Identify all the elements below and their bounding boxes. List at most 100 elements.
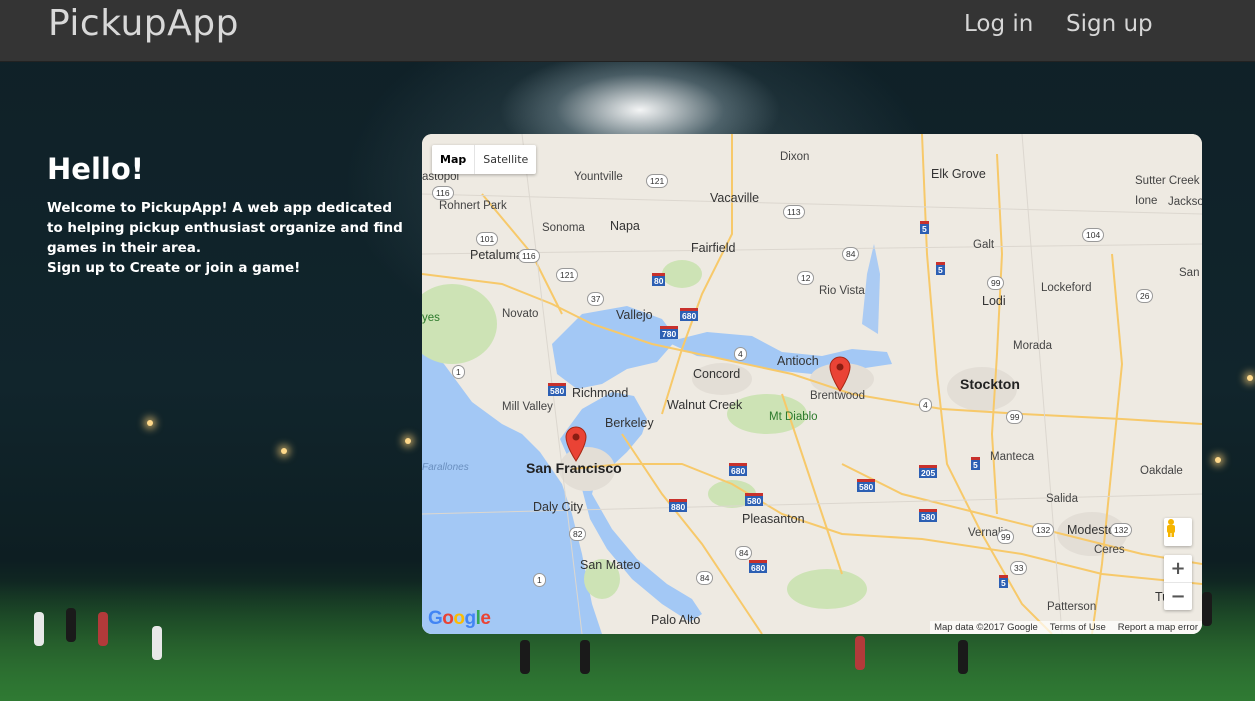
map-marker-san-francisco[interactable] xyxy=(565,426,587,462)
place-label: Pleasanton xyxy=(742,512,805,526)
place-label: Modesto xyxy=(1067,523,1115,537)
intro-panel: Hello! Welcome to PickupApp! A web app d… xyxy=(47,152,407,278)
route-shield: 37 xyxy=(587,292,605,306)
map-attribution: Map data ©2017 Google Terms of Use Repor… xyxy=(930,621,1202,634)
map-data-credit: Map data ©2017 Google xyxy=(934,622,1038,633)
route-shield: 132 xyxy=(1032,523,1055,537)
terms-of-use-link[interactable]: Terms of Use xyxy=(1050,622,1106,633)
place-label: Galt xyxy=(973,239,995,251)
player xyxy=(34,612,44,646)
map-canvas[interactable] xyxy=(422,134,1202,634)
place-label: San Mateo xyxy=(580,558,641,572)
map-marker-brentwood[interactable] xyxy=(829,356,851,392)
place-label: Farallones xyxy=(422,462,469,473)
welcome-text: Welcome to PickupApp! A web app dedicate… xyxy=(47,200,403,256)
interstate-shield: 580 xyxy=(919,509,938,522)
interstate-shield: 5 xyxy=(920,221,929,234)
place-label: Mt Diablo xyxy=(769,411,818,423)
place-label: Vallejo xyxy=(616,308,653,322)
place-label: Richmond xyxy=(572,386,629,400)
route-shield: 104 xyxy=(1082,228,1105,242)
place-label: San Francisco xyxy=(526,460,622,476)
greeting-heading: Hello! xyxy=(47,152,144,186)
field-light xyxy=(1247,375,1253,381)
place-label: Patterson xyxy=(1047,601,1097,613)
place-label: Mill Valley xyxy=(502,401,553,413)
field-light xyxy=(405,438,411,444)
place-label: Rohnert Park xyxy=(439,200,507,212)
field-light xyxy=(1215,457,1221,463)
map-type-map-button[interactable]: Map xyxy=(432,145,476,174)
route-shield: 4 xyxy=(919,398,932,412)
place-label: Daly City xyxy=(533,500,584,514)
report-map-error-link[interactable]: Report a map error xyxy=(1118,622,1198,633)
place-label: Palo Alto xyxy=(651,613,701,627)
signup-link[interactable]: Sign up xyxy=(1066,11,1153,37)
route-shield: 4 xyxy=(734,347,747,361)
route-shield: 121 xyxy=(646,174,669,188)
street-view-pegman-icon[interactable] xyxy=(1164,518,1192,546)
place-label: Concord xyxy=(693,367,741,381)
place-label: Sonoma xyxy=(542,222,585,234)
route-shield: 84 xyxy=(735,546,753,560)
interstate-shield: 580 xyxy=(745,493,764,506)
interstate-shield: 780 xyxy=(660,326,679,339)
place-label: Salida xyxy=(1046,493,1078,505)
interstate-shield: 580 xyxy=(548,383,567,396)
place-label: Lodi xyxy=(982,294,1006,308)
field-light xyxy=(281,448,287,454)
route-shield: 84 xyxy=(696,571,714,585)
place-label: Stockton xyxy=(960,376,1020,392)
place-label: yes xyxy=(422,312,440,324)
route-shield: 99 xyxy=(987,276,1005,290)
route-shield: 116 xyxy=(518,249,540,263)
route-shield: 1 xyxy=(533,573,546,587)
map-widget[interactable]: San Francisco Stockton Brentwood Richmon… xyxy=(422,134,1202,634)
place-label: Sutter Creek xyxy=(1135,175,1200,187)
interstate-shield: 680 xyxy=(680,308,699,321)
place-label: Dixon xyxy=(780,151,810,163)
route-shield: 101 xyxy=(476,232,499,246)
place-label: Manteca xyxy=(990,451,1035,463)
field-light xyxy=(147,420,153,426)
map-type-control: Map Satellite xyxy=(432,145,537,174)
place-label: Lockeford xyxy=(1041,282,1092,294)
route-shield: 33 xyxy=(1010,561,1028,575)
place-label: Fairfield xyxy=(691,241,736,255)
route-shield: 116 xyxy=(432,186,454,200)
zoom-in-button[interactable]: + xyxy=(1164,555,1192,582)
route-shield: 84 xyxy=(842,247,860,261)
interstate-shield: 680 xyxy=(749,560,768,573)
route-shield: 99 xyxy=(1006,410,1024,424)
player xyxy=(855,636,865,670)
zoom-out-button[interactable]: − xyxy=(1164,583,1192,610)
place-label: Yountville xyxy=(574,171,623,183)
place-label: San A xyxy=(1179,267,1202,279)
interstate-shield: 5 xyxy=(971,457,980,470)
place-label: Vacaville xyxy=(710,191,760,205)
route-shield: 1 xyxy=(452,365,465,379)
place-label: Oakdale xyxy=(1140,465,1183,477)
google-logo[interactable]: Google xyxy=(428,608,491,630)
brand-logo[interactable]: PickupApp xyxy=(48,3,239,44)
route-shield: 12 xyxy=(797,271,815,285)
place-label: Antioch xyxy=(777,354,819,368)
place-label: Ione xyxy=(1135,195,1158,207)
place-label: Berkeley xyxy=(605,416,654,430)
place-label: Novato xyxy=(502,308,539,320)
place-label: Napa xyxy=(610,219,640,233)
cta-text: Sign up to Create or join a game! xyxy=(47,260,301,276)
route-shield: 113 xyxy=(783,205,805,219)
player xyxy=(98,612,108,646)
map-type-satellite-button[interactable]: Satellite xyxy=(475,145,536,174)
place-label: Rio Vista xyxy=(819,285,865,297)
route-shield: 26 xyxy=(1136,289,1154,303)
route-shield: 121 xyxy=(556,268,579,282)
place-label: Petaluma xyxy=(470,248,523,262)
login-link[interactable]: Log in xyxy=(964,11,1033,37)
player xyxy=(1202,592,1212,626)
interstate-shield: 205 xyxy=(919,465,938,478)
route-shield: 82 xyxy=(569,527,587,541)
interstate-shield: 580 xyxy=(857,479,876,492)
interstate-shield: 880 xyxy=(669,499,688,512)
